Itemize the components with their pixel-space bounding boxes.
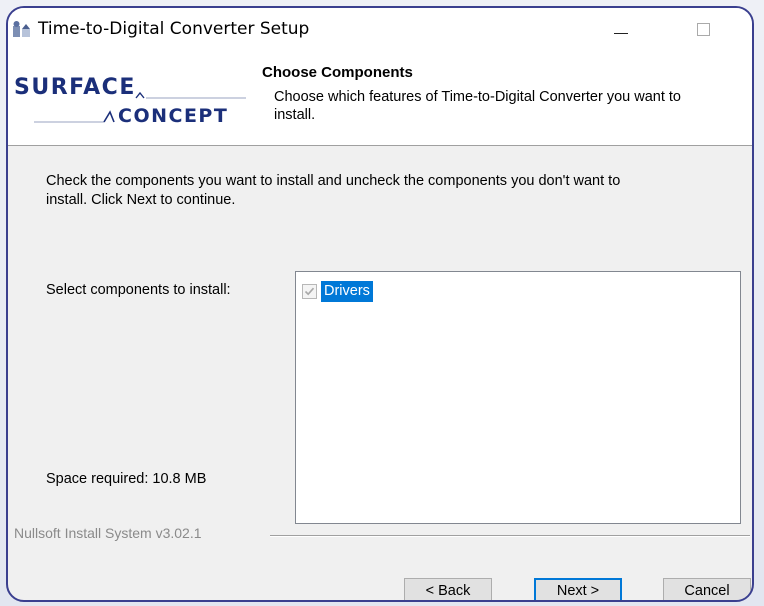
instructions-line2: install. Click Next to continue. [46, 192, 236, 208]
back-button[interactable]: < Back [404, 578, 492, 600]
component-item-drivers[interactable]: Drivers [302, 280, 373, 302]
title-bar[interactable]: Time-to-Digital Converter Setup [8, 8, 752, 52]
instructions-line1: Check the components you want to install… [46, 173, 621, 189]
page-subtitle: Choose which features of Time-to-Digital… [274, 88, 752, 124]
page-subtitle-line1: Choose which features of Time-to-Digital… [274, 89, 681, 105]
minimize-icon [614, 32, 628, 34]
minimize-button[interactable] [598, 12, 644, 46]
select-components-label: Select components to install: [46, 282, 231, 298]
svg-text:SURFACE: SURFACE [14, 75, 136, 100]
wizard-header: SURFACE CONCEPT Choose Components Choose… [8, 52, 752, 146]
space-required-text: Space required: 10.8 MB [46, 471, 207, 487]
drivers-checkbox[interactable] [302, 283, 317, 299]
page-subtitle-line2: install. [274, 107, 316, 123]
divider-line [270, 535, 750, 537]
page-title: Choose Components [262, 64, 413, 81]
svg-text:CONCEPT: CONCEPT [118, 105, 228, 127]
cancel-button[interactable]: Cancel [663, 578, 751, 600]
maximize-icon [696, 22, 710, 36]
drivers-label[interactable]: Drivers [321, 280, 373, 302]
check-icon [304, 287, 315, 295]
instructions-text: Check the components you want to install… [46, 172, 746, 210]
branding-divider: Nullsoft Install System v3.02.1 [8, 525, 752, 545]
setup-window: Time-to-Digital Converter Setup SURFACE … [6, 6, 754, 602]
window-title: Time-to-Digital Converter Setup [38, 19, 310, 39]
maximize-button[interactable] [680, 12, 726, 46]
installer-app-icon [13, 21, 30, 37]
surface-concept-logo: SURFACE CONCEPT [14, 75, 246, 127]
next-button[interactable]: Next > [534, 578, 622, 600]
nsis-branding-text: Nullsoft Install System v3.02.1 [14, 525, 202, 541]
components-tree[interactable]: Drivers [295, 271, 741, 524]
